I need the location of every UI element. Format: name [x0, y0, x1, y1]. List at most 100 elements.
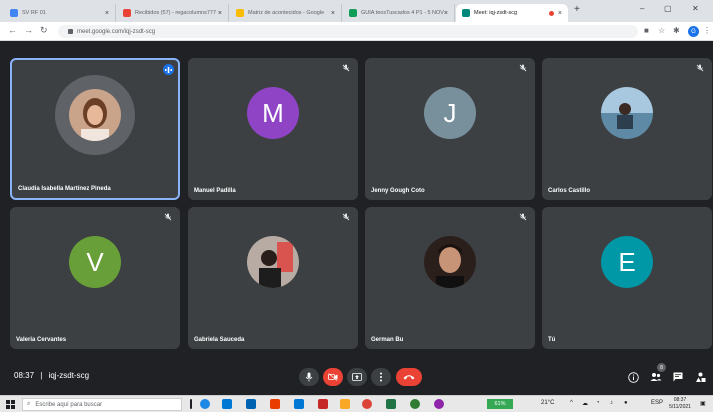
camera-permission-icon[interactable]: ■: [644, 26, 649, 35]
back-icon[interactable]: ←: [8, 25, 17, 35]
windows-start-icon[interactable]: [6, 400, 15, 409]
tab-meet[interactable]: Meet: iqj-zsdt-scg ×: [456, 4, 568, 22]
meet-control-bar: 08:37 | iqj-zsdt-scg 8: [0, 359, 713, 395]
minimize-icon[interactable]: –: [640, 4, 644, 13]
participant-tile[interactable]: V Valeria Cervantes: [10, 207, 180, 349]
app-icon[interactable]: [434, 399, 444, 409]
more-vert-icon: [380, 372, 382, 382]
profile-avatar[interactable]: G: [688, 26, 699, 37]
close-tab-icon[interactable]: ×: [331, 10, 335, 17]
mic-off-icon: [519, 64, 527, 72]
present-screen-button[interactable]: [347, 368, 367, 386]
people-icon: [650, 373, 662, 381]
camera-off-icon: [328, 373, 338, 381]
avatar: [69, 89, 121, 141]
participant-name: Valeria Cervantes: [16, 337, 67, 343]
mail-icon[interactable]: [222, 399, 232, 409]
browser-tab-strip: SV RF 01 × Recibidos (57) - regacolumns7…: [0, 0, 713, 22]
close-tab-icon[interactable]: ×: [558, 10, 562, 17]
tray-icon[interactable]: ☁: [582, 400, 588, 407]
tab-drive[interactable]: Matriz de acontecidos - Google ×: [230, 4, 342, 22]
gmail-icon: [123, 9, 131, 17]
taskbar-search-field[interactable]: ⌕ Escribe aquí para buscar: [22, 398, 182, 411]
avatar: [247, 236, 299, 288]
avatar: J: [424, 87, 476, 139]
language-indicator[interactable]: ESP: [651, 400, 663, 406]
meeting-details-button[interactable]: [626, 370, 640, 384]
teams-icon[interactable]: [294, 399, 304, 409]
avatar: V: [69, 236, 121, 288]
extensions-icon[interactable]: ✱: [673, 26, 680, 35]
participant-tile[interactable]: J Jenny Gough Coto: [365, 58, 535, 200]
mic-off-icon: [696, 64, 704, 72]
file-explorer-icon[interactable]: [340, 399, 350, 409]
self-tile[interactable]: E Tú: [542, 207, 712, 349]
windows-taskbar: ⌕ Escribe aquí para buscar 61% 21°C ^ ☁ …: [0, 395, 713, 412]
drive-icon: [236, 9, 244, 17]
recording-dot-icon: [548, 10, 554, 16]
lock-icon: [68, 29, 73, 34]
maximize-icon[interactable]: ▢: [664, 4, 672, 13]
chat-button[interactable]: [671, 370, 685, 384]
docs-icon: [10, 9, 18, 17]
weather-temperature[interactable]: 21°C: [541, 400, 554, 406]
bookmark-star-icon[interactable]: ☆: [658, 26, 665, 35]
close-window-icon[interactable]: ✕: [692, 4, 699, 13]
show-hidden-icons-icon[interactable]: ^: [570, 400, 573, 406]
forward-icon[interactable]: →: [24, 25, 33, 35]
video-grid: Claudia Isabella Martínez Pineda M Manue…: [0, 41, 713, 359]
search-icon: ⌕: [27, 401, 31, 407]
speaking-indicator-icon: [163, 64, 174, 75]
info-icon: [627, 371, 639, 383]
volume-icon[interactable]: ♪: [610, 400, 613, 406]
avatar: E: [601, 236, 653, 288]
more-options-button[interactable]: [371, 368, 391, 386]
activities-button[interactable]: [693, 370, 707, 384]
mic-off-icon: [164, 213, 172, 221]
edge-icon[interactable]: [200, 399, 210, 409]
excel-icon[interactable]: [386, 399, 396, 409]
mic-icon: [305, 372, 313, 382]
mic-tray-icon[interactable]: ●: [624, 400, 628, 406]
url-field[interactable]: meet.google.com/iqj-zsdt-scg: [58, 25, 638, 38]
meet-icon: [462, 9, 470, 17]
meeting-details: 08:37 | iqj-zsdt-scg: [14, 371, 90, 380]
leave-call-button[interactable]: [396, 368, 422, 386]
store-icon[interactable]: [246, 399, 256, 409]
close-tab-icon[interactable]: ×: [105, 10, 109, 17]
office-icon[interactable]: [270, 399, 280, 409]
avatar: [424, 236, 476, 288]
app-icon[interactable]: [318, 399, 328, 409]
participant-name: Claudia Isabella Martínez Pineda: [18, 186, 111, 192]
participant-name: Jenny Gough Coto: [371, 188, 425, 194]
participant-tile[interactable]: Carlos Castillo: [542, 58, 712, 200]
participant-tile[interactable]: Claudia Isabella Martínez Pineda: [10, 58, 180, 200]
participant-tile[interactable]: Gabriela Sauceda: [188, 207, 358, 349]
task-view-icon[interactable]: [190, 399, 192, 409]
chat-icon: [673, 372, 683, 382]
present-icon: [352, 373, 362, 381]
sheets-icon: [349, 9, 357, 17]
activities-icon: [695, 372, 705, 382]
tab-sv-rf[interactable]: SV RF 01 ×: [4, 4, 116, 22]
close-tab-icon[interactable]: ×: [218, 10, 222, 17]
address-bar: ← → ↻ meet.google.com/iqj-zsdt-scg ■ ☆ ✱…: [0, 22, 713, 41]
hang-up-icon: [403, 375, 415, 380]
new-tab-button[interactable]: +: [574, 4, 580, 15]
tab-gmail[interactable]: Recibidos (57) - regacolumns777 ×: [117, 4, 229, 22]
participant-tile[interactable]: M Manuel Padilla: [188, 58, 358, 200]
microphone-button[interactable]: [299, 368, 319, 386]
camera-button[interactable]: [323, 368, 343, 386]
participant-name: Tú: [548, 337, 556, 343]
app-icon[interactable]: [410, 399, 420, 409]
tab-sheets[interactable]: GUIA teosTuscados 4 P1 - 5 NOV ×: [343, 4, 455, 22]
close-tab-icon[interactable]: ×: [444, 10, 448, 17]
people-button[interactable]: [649, 370, 663, 384]
browser-menu-icon[interactable]: ⋮: [703, 26, 711, 35]
participant-tile[interactable]: German Bu: [365, 207, 535, 349]
wifi-icon[interactable]: ◔: [596, 400, 600, 406]
chrome-icon[interactable]: [362, 399, 372, 409]
notifications-icon[interactable]: ▣: [700, 400, 706, 407]
system-clock[interactable]: 08:37 5/11/2021: [665, 397, 695, 411]
reload-icon[interactable]: ↻: [40, 25, 48, 36]
